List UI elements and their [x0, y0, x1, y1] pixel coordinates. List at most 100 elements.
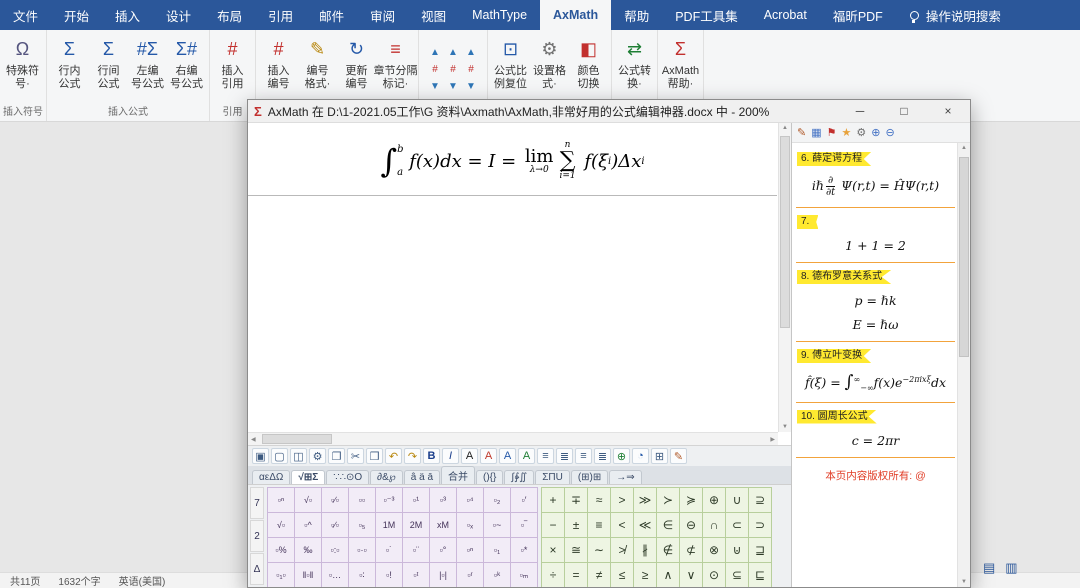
operator-cell[interactable]: ⊄: [680, 538, 702, 562]
percent-button[interactable]: ◔: [632, 448, 649, 464]
pin-icon[interactable]: ⚑: [827, 126, 837, 139]
operator-cell[interactable]: ⊖: [680, 513, 702, 537]
template-cell[interactable]: ▫₂: [484, 488, 510, 512]
template-cell[interactable]: ▫ᵏ: [484, 563, 510, 587]
paste-button[interactable]: ❒: [366, 448, 383, 464]
template-cell[interactable]: ▫³: [430, 488, 456, 512]
inline-formula-button[interactable]: Σ 行内 公式: [50, 33, 89, 91]
template-cell[interactable]: ▫₁▫: [268, 563, 294, 587]
recent-symbol-cell[interactable]: Δ: [250, 553, 264, 585]
renumber-button-2[interactable]: #: [444, 61, 462, 78]
left-numbered-formula-button[interactable]: #Σ 左编 号公式: [128, 33, 167, 91]
ribbon-tab[interactable]: MathType: [459, 0, 540, 30]
format-settings-button[interactable]: ⚙ 设置格 式·: [530, 33, 569, 91]
update-number-button[interactable]: ↻ 更新 编号: [337, 33, 376, 91]
operator-cell[interactable]: ∨: [680, 563, 702, 587]
redo-button[interactable]: ↷: [404, 448, 421, 464]
color-black-button[interactable]: A: [461, 448, 478, 464]
template-cell[interactable]: ▫₁: [484, 538, 510, 562]
tab-accents[interactable]: â ä ā: [404, 470, 440, 484]
template-cell[interactable]: 1M: [376, 513, 402, 537]
tab-templates[interactable]: √⊞Σ: [291, 470, 325, 484]
library-item-fourier[interactable]: 9. 傅立叶变换 f̂(ξ) = ∫∞−∞f(x)e−2πixξdx: [796, 342, 955, 403]
operator-cell[interactable]: ∉: [657, 538, 679, 562]
doc-view-icon-1[interactable]: ▤: [983, 560, 995, 576]
operator-cell[interactable]: ⊕: [703, 488, 725, 512]
template-cell[interactable]: ▫₅: [349, 513, 375, 537]
operator-cell[interactable]: ≪: [634, 513, 656, 537]
hscroll-thumb[interactable]: [262, 434, 332, 444]
color-red-button[interactable]: A: [480, 448, 497, 464]
operator-cell[interactable]: ⊙: [703, 563, 725, 587]
italic-button[interactable]: I: [442, 448, 459, 464]
ribbon-tab[interactable]: 引用: [255, 0, 306, 30]
scroll-up-icon[interactable]: ▲: [961, 145, 967, 151]
move-down-button-1[interactable]: ▼: [426, 78, 444, 95]
template-cell[interactable]: ▫%: [268, 538, 294, 562]
panel-scrollbar[interactable]: ▲ ▼: [957, 143, 970, 587]
color-switch-button[interactable]: ◧ 颜色 切换: [569, 33, 608, 91]
template-cell[interactable]: ‖▫‖: [295, 563, 321, 587]
brush-icon[interactable]: ✎: [797, 126, 806, 139]
template-cell[interactable]: √▫: [268, 513, 294, 537]
operator-cell[interactable]: ⊇: [749, 488, 771, 512]
ribbon-tab[interactable]: 帮助: [611, 0, 662, 30]
operator-cell[interactable]: <: [611, 513, 633, 537]
settings-icon[interactable]: ⚙: [856, 126, 866, 139]
axmath-help-button[interactable]: Σ AxMath 帮助·: [661, 33, 700, 91]
align-left-button[interactable]: ≡: [537, 448, 554, 464]
operator-cell[interactable]: ≠: [588, 563, 610, 587]
recent-symbol-cell[interactable]: 7: [250, 487, 264, 519]
bold-button[interactable]: B: [423, 448, 440, 464]
move-up-button-2[interactable]: ▲: [444, 44, 462, 61]
template-cell[interactable]: ▫~: [484, 513, 510, 537]
ribbon-tab[interactable]: Acrobat: [751, 0, 820, 30]
zoom-button[interactable]: ⊕: [613, 448, 630, 464]
operator-cell[interactable]: +: [542, 488, 564, 512]
grid-icon[interactable]: ▦: [811, 126, 821, 139]
ribbon-tab[interactable]: 邮件: [306, 0, 357, 30]
template-cell[interactable]: ▫!: [376, 563, 402, 587]
operator-cell[interactable]: −: [542, 513, 564, 537]
template-cell[interactable]: ▫∶: [349, 563, 375, 587]
move-down-button-3[interactable]: ▼: [462, 78, 480, 95]
ribbon-tab[interactable]: PDF工具集: [662, 0, 751, 30]
insert-reference-button[interactable]: # 插入 引用: [213, 33, 252, 91]
vscroll-thumb[interactable]: [780, 136, 790, 328]
operator-cell[interactable]: ≈: [588, 488, 610, 512]
insert-number-button[interactable]: # 插入 编号: [259, 33, 298, 91]
template-cell[interactable]: ▫ₘ: [511, 563, 537, 587]
color-green-button[interactable]: A: [518, 448, 535, 464]
operator-cell[interactable]: ∼: [588, 538, 610, 562]
template-cell[interactable]: ▫⁴: [457, 488, 483, 512]
operator-cell[interactable]: ⊆: [726, 563, 748, 587]
ribbon-tab[interactable]: 布局: [204, 0, 255, 30]
display-formula-button[interactable]: Σ 行间 公式: [89, 33, 128, 91]
canvas-vscrollbar[interactable]: ▲ ▼: [778, 123, 791, 432]
section-break-button[interactable]: ≡ 章节分隔 标记·: [376, 33, 415, 91]
maximize-button[interactable]: □: [882, 100, 926, 122]
zoom-in-icon[interactable]: ⊕: [871, 126, 880, 139]
template-cell[interactable]: ▫^: [295, 513, 321, 537]
template-cell[interactable]: ▫¨: [403, 538, 429, 562]
special-symbol-button[interactable]: Ω 特殊符 号·: [3, 33, 42, 91]
template-cell[interactable]: ▫ₓ: [457, 513, 483, 537]
scroll-up-icon[interactable]: ▲: [782, 125, 788, 131]
template-cell[interactable]: |▫|: [430, 563, 456, 587]
template-cell[interactable]: ▫…: [322, 563, 348, 587]
tab-merge[interactable]: 合并: [441, 466, 475, 484]
template-cell[interactable]: 2M: [403, 513, 429, 537]
ribbon-tab[interactable]: 审阅: [357, 0, 408, 30]
operator-cell[interactable]: ≯: [611, 538, 633, 562]
right-numbered-formula-button[interactable]: Σ# 右编 号公式: [167, 33, 206, 91]
operator-cell[interactable]: ⊃: [749, 513, 771, 537]
operator-cell[interactable]: ≡: [588, 513, 610, 537]
move-down-button-2[interactable]: ▼: [444, 78, 462, 95]
operator-cell[interactable]: ⊍: [726, 538, 748, 562]
align-center-button[interactable]: ≣: [556, 448, 573, 464]
template-cell[interactable]: ▫▫: [349, 488, 375, 512]
operator-cell[interactable]: ⊒: [749, 538, 771, 562]
operator-cell[interactable]: =: [565, 563, 587, 587]
template-cell[interactable]: ▫*: [511, 538, 537, 562]
move-up-button-1[interactable]: ▲: [426, 44, 444, 61]
